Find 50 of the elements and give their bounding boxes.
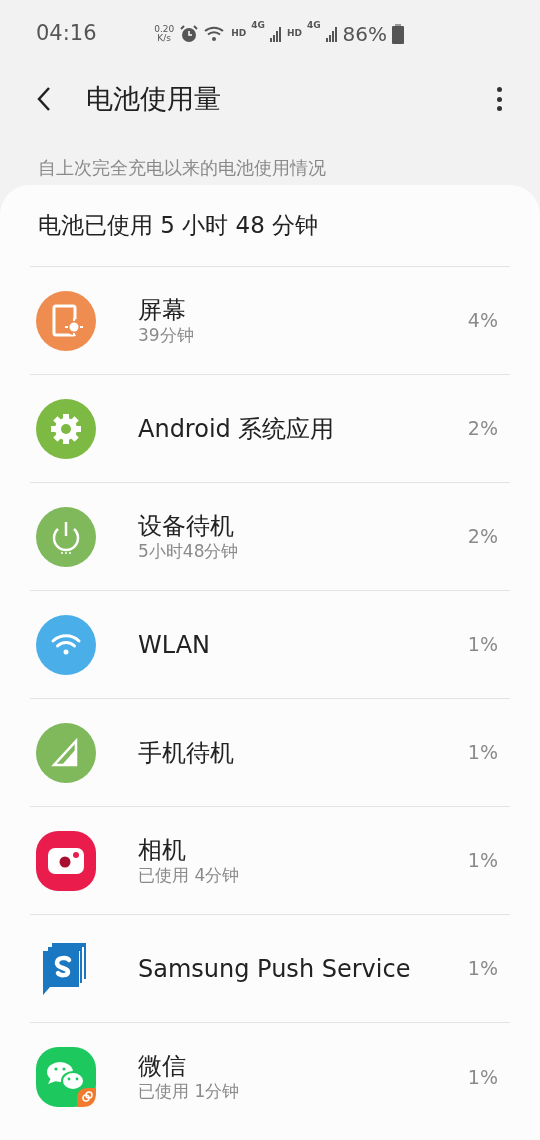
app-name: 手机待机 <box>138 737 234 768</box>
usage-percent: 2% <box>467 416 498 442</box>
total-usage: 电池已使用 5 小时 48 分钟 <box>38 211 319 241</box>
page-title: 电池使用量 <box>86 81 221 116</box>
usage-percent: 4% <box>467 308 498 334</box>
app-usage-item[interactable]: WLAN 1% <box>30 591 510 699</box>
app-usage-item[interactable]: Samsung Push Service 1% <box>30 915 510 1023</box>
section-subtitle: 自上次完全充电以来的电池使用情况 <box>38 159 326 177</box>
signal-icon <box>269 26 282 42</box>
app-usage-item[interactable]: 手机待机 1% <box>30 699 510 807</box>
app-name: 相机 <box>138 834 187 865</box>
usage-time: 39分钟 <box>138 324 194 347</box>
app-name: Android 系统应用 <box>138 413 335 444</box>
hd-label: HD <box>286 27 302 41</box>
app-name: 设备待机 <box>138 510 235 541</box>
chat-bubbles-icon <box>36 1047 96 1107</box>
hd-label: HD <box>231 27 247 41</box>
speed-unit: K/s <box>157 34 171 43</box>
app-usage-item[interactable]: 微信 已使用 1分钟 1% <box>30 1023 510 1131</box>
usage-percent: 1% <box>467 956 498 982</box>
gear-icon <box>36 398 96 459</box>
usage-time: 5小时48分钟 <box>138 540 239 563</box>
wifi-icon <box>36 614 96 675</box>
usage-time: 已使用 4分钟 <box>138 864 240 887</box>
alarm-icon <box>179 24 200 44</box>
camera-icon <box>36 830 96 891</box>
usage-percent: 1% <box>467 740 498 766</box>
app-usage-item[interactable]: Android 系统应用 2% <box>30 375 510 483</box>
signal-icon <box>325 26 338 42</box>
app-name: Samsung Push Service <box>138 953 411 984</box>
usage-time: 已使用 1分钟 <box>138 1081 240 1103</box>
screen-brightness-icon <box>36 290 96 351</box>
app-name: 微信 <box>138 1051 187 1082</box>
usage-percent: 1% <box>467 1064 498 1090</box>
battery-percent: 86% <box>342 21 387 48</box>
power-icon <box>36 506 96 567</box>
status-time: 04:16 <box>36 20 97 48</box>
network-speed: 0.20 <box>154 25 175 34</box>
app-usage-item[interactable]: 相机 已使用 4分钟 1% <box>30 807 510 915</box>
battery-icon <box>392 24 404 44</box>
network-type: 4G <box>251 19 265 32</box>
network-type: 4G <box>306 19 321 32</box>
signal-icon <box>36 722 96 783</box>
app-usage-item[interactable]: 设备待机 5小时48分钟 2% <box>30 483 510 591</box>
app-name: 屏幕 <box>138 294 187 325</box>
app-usage-item[interactable]: 屏幕 39分钟 4% <box>30 267 510 375</box>
usage-percent: 2% <box>467 524 498 550</box>
usage-percent: 1% <box>467 848 498 874</box>
usage-percent: 1% <box>467 632 498 658</box>
app-name: WLAN <box>138 629 211 660</box>
